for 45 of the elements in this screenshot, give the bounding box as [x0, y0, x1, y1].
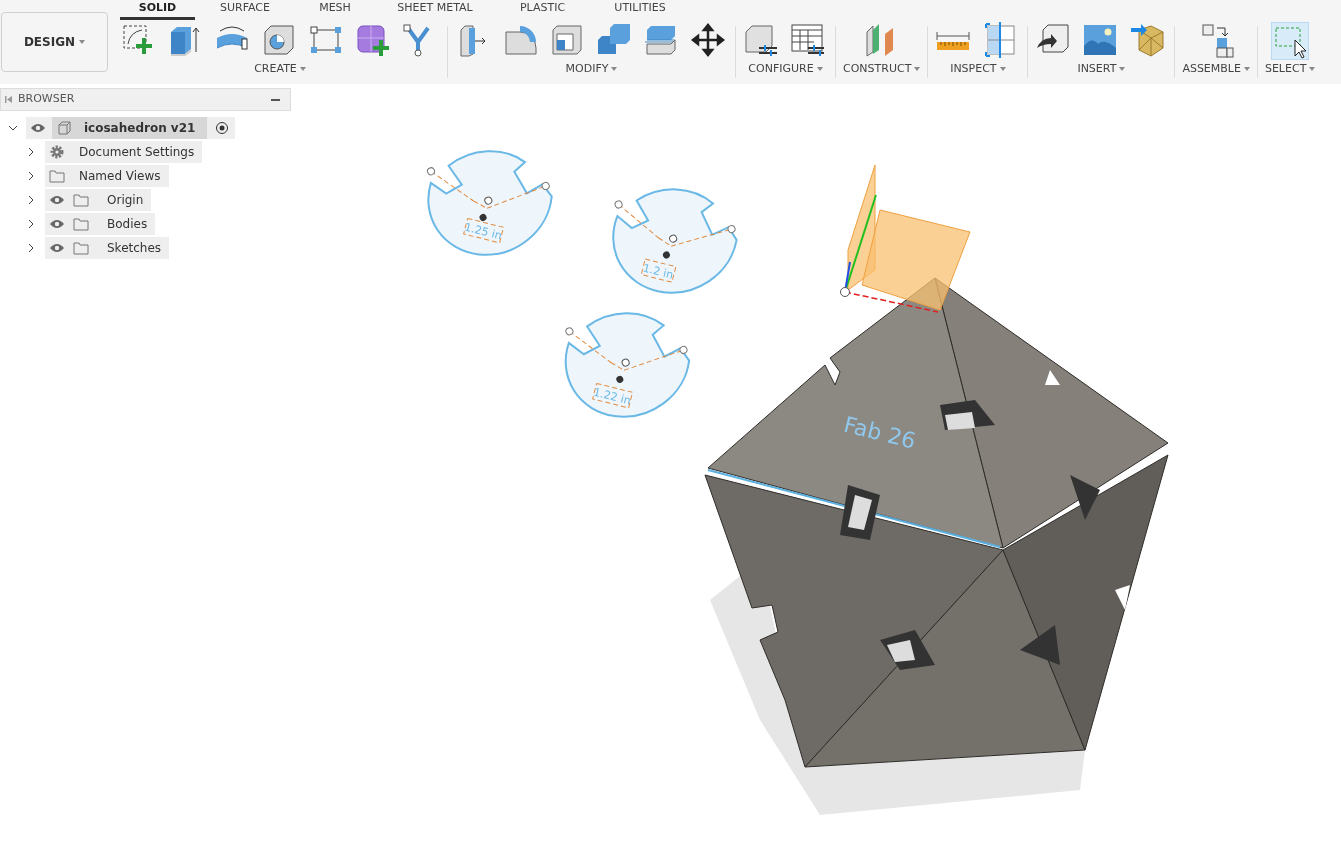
workspace-dropdown[interactable]: DESIGN [1, 12, 108, 72]
gear-icon [49, 145, 65, 159]
eye-icon[interactable] [49, 243, 65, 253]
component-box-icon [56, 121, 72, 135]
tab[interactable]: MESH [295, 0, 375, 20]
caret-icon [999, 67, 1006, 71]
caret-icon [299, 67, 306, 71]
caret-icon [1309, 67, 1316, 71]
folder-icon [73, 217, 89, 231]
tab[interactable]: SHEET METAL [375, 0, 495, 20]
tool-group-menu[interactable]: ASSEMBLE [1182, 60, 1250, 78]
tool-group-menu[interactable]: SELECT [1264, 60, 1316, 78]
folder-icon [73, 241, 89, 255]
engraved-text: Fab 26 [841, 411, 919, 454]
tool-group-menu[interactable]: CONFIGURE [748, 60, 823, 78]
tool-group-menu[interactable]: INSERT [1077, 60, 1126, 78]
caret-icon [816, 67, 823, 71]
caret-icon [611, 67, 618, 71]
tool-group-menu[interactable]: MODIFY [565, 60, 618, 78]
eye-icon[interactable] [49, 219, 65, 229]
activate-radio-icon[interactable] [215, 121, 230, 135]
browser-title: BROWSER [18, 91, 76, 108]
eye-icon[interactable] [49, 195, 65, 205]
caret-icon [914, 67, 921, 71]
caret-icon [1119, 67, 1126, 71]
selection-cursor-icon[interactable] [1271, 22, 1310, 60]
eye-icon[interactable] [30, 123, 46, 133]
expand-chevron-icon[interactable] [26, 243, 36, 253]
caret-icon [79, 40, 86, 44]
expand-chevron-icon[interactable] [26, 171, 36, 181]
tab[interactable]: SOLID [120, 0, 195, 20]
expand-chevron-icon[interactable] [26, 195, 36, 205]
tab[interactable]: PLASTIC [495, 0, 590, 20]
collapse-chevron-icon[interactable] [8, 123, 18, 133]
tab[interactable]: UTILITIES [590, 0, 690, 20]
minimize-button[interactable] [271, 98, 280, 101]
folder-icon [49, 169, 65, 183]
caret-icon [1243, 67, 1250, 71]
expand-chevron-icon[interactable] [26, 219, 36, 229]
tool-group-menu[interactable]: CONSTRUCT [843, 60, 921, 78]
tool-group-menu[interactable]: INSPECT [950, 60, 1006, 78]
folder-icon [73, 193, 89, 207]
tab[interactable]: SURFACE [195, 0, 295, 20]
tool-group-menu[interactable]: CREATE [254, 60, 306, 78]
expand-chevron-icon[interactable] [26, 147, 36, 157]
